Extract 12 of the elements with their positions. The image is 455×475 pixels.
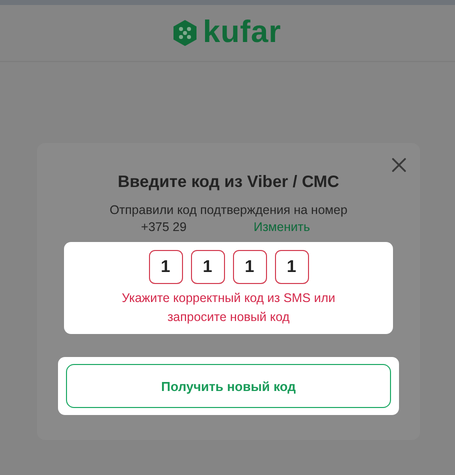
dialog-message: Отправили код подтверждения на номер [110,203,348,217]
logo-text: kufar [202,16,282,50]
resend-code-button[interactable]: Получить новый код [66,364,391,408]
logo-icon [172,19,198,47]
close-icon[interactable] [392,158,406,172]
code-digit-field[interactable]: 1 [190,250,224,284]
error-message: Укажите корректный код из SMS или запросите новый код [120,290,336,326]
code-digit-field[interactable]: 1 [148,250,182,284]
code-digit-field[interactable]: 1 [274,250,308,284]
dialog-title: Введите код из Viber / СМС [118,173,340,192]
phone-number: +375 29 [141,220,187,234]
code-digit-field[interactable]: 1 [232,250,266,284]
